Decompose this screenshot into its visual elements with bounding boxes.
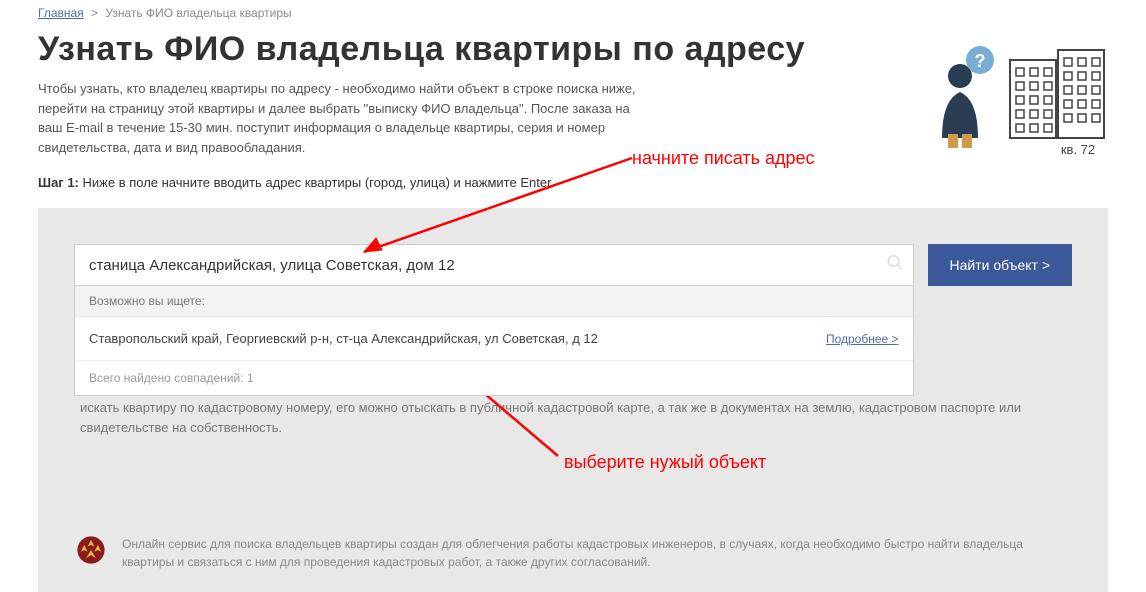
find-object-button[interactable]: Найти объект >: [928, 244, 1072, 286]
dropdown-footer: Всего найдено совпадений: 1: [75, 361, 913, 395]
apt-label: кв. 72: [1061, 142, 1095, 157]
step-label: Шаг 1:: [38, 175, 79, 190]
illustration: ? кв. 72: [918, 42, 1108, 167]
search-result-row[interactable]: Ставропольский край, Георгиевский р-н, с…: [75, 317, 913, 361]
search-suggestions-dropdown: Возможно вы ищете: Ставропольский край, …: [74, 286, 914, 396]
dropdown-header: Возможно вы ищете:: [75, 286, 913, 317]
step-1: Шаг 1: Ниже в поле начните вводить адрес…: [38, 175, 1108, 190]
breadcrumb-sep: >: [91, 6, 98, 20]
breadcrumb-home[interactable]: Главная: [38, 6, 84, 20]
footer-text: Онлайн сервис для поиска владельцев квар…: [122, 535, 1072, 571]
result-address: Ставропольский край, Георгиевский р-н, с…: [89, 331, 598, 346]
emblem-icon: [74, 533, 108, 572]
breadcrumb-current: Узнать ФИО владельца квартиры: [105, 6, 291, 20]
breadcrumb: Главная > Узнать ФИО владельца квартиры: [38, 6, 1108, 20]
result-more-link[interactable]: Подробнее >: [826, 332, 899, 346]
search-panel: Возможно вы ищете: Ставропольский край, …: [38, 208, 1108, 507]
page-description: Чтобы узнать, кто владелец квартиры по а…: [38, 79, 638, 157]
svg-text:?: ?: [975, 51, 986, 71]
address-search-input[interactable]: [74, 244, 914, 286]
step-text: Ниже в поле начните вводить адрес кварти…: [83, 175, 552, 190]
footer: Онлайн сервис для поиска владельцев квар…: [38, 507, 1108, 592]
info-paragraph: искать квартиру по кадастровому номеру, …: [74, 398, 1072, 437]
